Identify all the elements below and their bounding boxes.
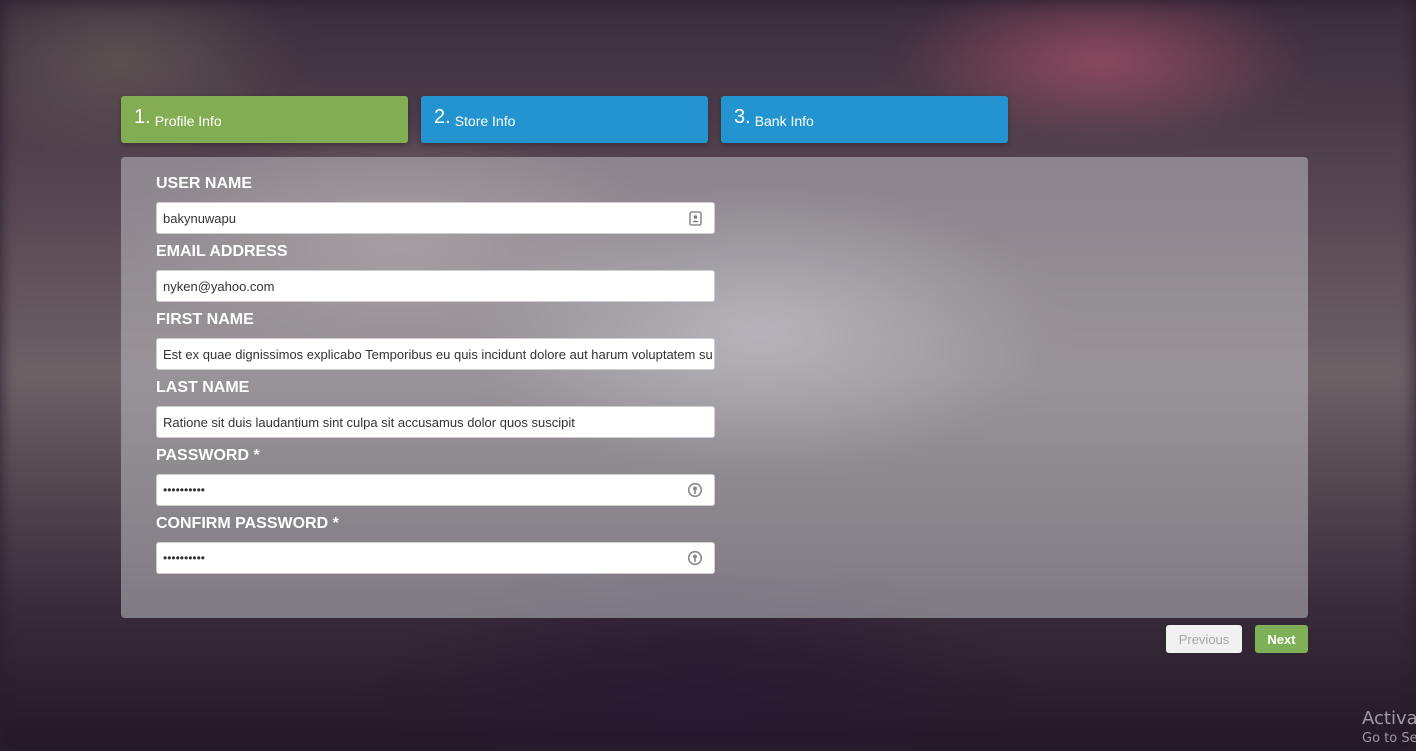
- first-name-label: FIRST NAME: [156, 311, 254, 328]
- username-input[interactable]: [156, 202, 715, 234]
- key-icon: [687, 482, 703, 498]
- confirm-password-label: CONFIRM PASSWORD *: [156, 515, 339, 532]
- activation-watermark: Activa Go to Se: [1362, 708, 1416, 746]
- step-number: 1.: [134, 106, 151, 128]
- email-input[interactable]: [156, 270, 715, 302]
- username-label: USER NAME: [156, 175, 253, 192]
- last-name-input[interactable]: [156, 406, 715, 438]
- profile-form-panel: USER NAME EMAIL ADDRESS FIRST NAME LAST …: [121, 157, 1308, 618]
- contact-card-icon: [687, 210, 703, 226]
- password-label: PASSWORD *: [156, 447, 260, 464]
- first-name-input[interactable]: [156, 338, 715, 370]
- key-icon: [687, 550, 703, 566]
- password-input[interactable]: [156, 474, 715, 506]
- email-label: EMAIL ADDRESS: [156, 243, 288, 260]
- step-label: Bank Info: [754, 112, 814, 129]
- watermark-line-1: Activa: [1362, 708, 1416, 729]
- wizard: 1. Profile Info 2. Store Info 3. Bank In…: [0, 0, 1416, 751]
- confirm-password-input[interactable]: [156, 542, 715, 574]
- step-number: 3.: [734, 106, 751, 128]
- step-profile-info[interactable]: 1. Profile Info: [121, 96, 408, 143]
- step-label: Profile Info: [154, 112, 222, 129]
- last-name-label: LAST NAME: [156, 379, 250, 396]
- previous-button[interactable]: Previous: [1166, 625, 1242, 653]
- next-button[interactable]: Next: [1255, 625, 1308, 653]
- step-label: Store Info: [454, 112, 516, 129]
- watermark-line-2: Go to Se: [1362, 731, 1416, 746]
- step-bank-info[interactable]: 3. Bank Info: [721, 96, 1008, 143]
- step-number: 2.: [434, 106, 451, 128]
- step-store-info[interactable]: 2. Store Info: [421, 96, 708, 143]
